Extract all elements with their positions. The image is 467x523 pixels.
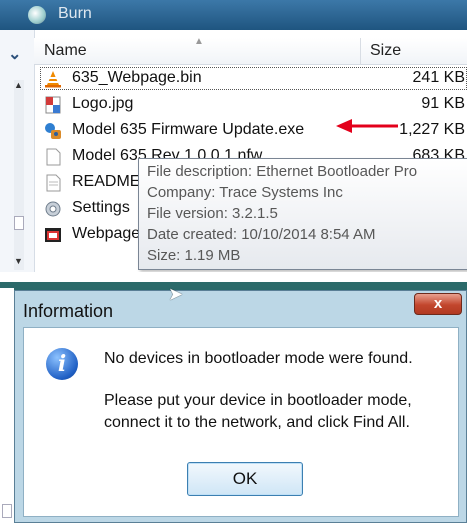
ok-button[interactable]: OK bbox=[187, 462, 303, 496]
tooltip-company: Company: Trace Systems Inc bbox=[147, 184, 343, 201]
column-header-name[interactable]: Name bbox=[44, 42, 87, 60]
disc-burn-icon bbox=[28, 6, 46, 24]
explorer-title-bar: Burn bbox=[0, 0, 467, 30]
file-row[interactable]: 635_Webpage.bin 241 KB bbox=[40, 67, 467, 90]
text-file-icon bbox=[46, 174, 61, 192]
tooltip-created: Date created: 10/10/2014 8:54 AM bbox=[147, 226, 376, 243]
red-arrow-annotation bbox=[336, 119, 398, 133]
installer-exe-icon bbox=[45, 123, 61, 139]
chevron-down-icon[interactable]: ⌄ bbox=[8, 44, 21, 64]
folder-title: Burn bbox=[58, 5, 92, 22]
file-name: Webpage bbox=[72, 225, 141, 242]
column-header-size[interactable]: Size bbox=[370, 42, 401, 60]
column-header-row: Name ▲ Size bbox=[34, 36, 467, 65]
file-name: README bbox=[72, 173, 141, 190]
file-size: 241 KB bbox=[412, 69, 465, 86]
file-name: Settings bbox=[72, 199, 130, 216]
scroll-down-icon[interactable]: ▼ bbox=[14, 256, 23, 266]
info-icon: i bbox=[46, 348, 78, 380]
tooltip-description: File description: Ethernet Bootloader Pr… bbox=[147, 163, 418, 180]
file-info-tooltip: File description: Ethernet Bootloader Pr… bbox=[138, 158, 467, 270]
dialog-message-line: connect it to the network, and click Fin… bbox=[104, 414, 410, 431]
blank-file-icon bbox=[46, 148, 61, 166]
tooltip-version: File version: 3.2.1.5 bbox=[147, 205, 278, 222]
scroll-up-icon[interactable]: ▲ bbox=[14, 80, 23, 90]
left-edge-panel bbox=[0, 288, 14, 523]
file-row[interactable]: Model 635 Firmware Update.exe 1,227 KB bbox=[40, 119, 467, 142]
sort-arrow-icon: ▲ bbox=[194, 36, 204, 47]
information-dialog: Information x i No devices in bootloader… bbox=[14, 290, 467, 523]
close-button[interactable]: x bbox=[414, 293, 462, 315]
file-explorer-window: Burn ⌄ Name ▲ Size 635_Webpage.bin 241 K… bbox=[0, 0, 467, 272]
dialog-title: Information bbox=[23, 301, 114, 321]
image-file-icon bbox=[45, 96, 61, 114]
scrollbar-thumb[interactable] bbox=[2, 504, 12, 518]
file-size: 1,227 KB bbox=[399, 121, 465, 138]
column-divider[interactable] bbox=[360, 38, 361, 64]
vlc-cone-icon bbox=[45, 71, 61, 88]
scrollbar-thumb[interactable] bbox=[14, 216, 24, 230]
dialog-body: i No devices in bootloader mode were fou… bbox=[23, 327, 459, 517]
file-name: 635_Webpage.bin bbox=[72, 69, 202, 86]
dialog-message-line: No devices in bootloader mode were found… bbox=[104, 350, 413, 367]
vertical-scrollbar[interactable]: ▲ ▼ bbox=[14, 80, 24, 270]
file-size: 91 KB bbox=[421, 95, 465, 112]
tooltip-size: Size: 1.19 MB bbox=[147, 247, 241, 264]
webpage-file-icon bbox=[45, 228, 61, 242]
settings-file-icon bbox=[45, 201, 61, 217]
dialog-message-line: Please put your device in bootloader mod… bbox=[104, 392, 412, 409]
file-name: Logo.jpg bbox=[72, 95, 134, 112]
file-name: Model 635 Firmware Update.exe bbox=[72, 121, 305, 138]
mouse-cursor-icon: ➤ bbox=[168, 284, 184, 304]
file-row[interactable]: Logo.jpg 91 KB bbox=[40, 93, 467, 116]
close-icon: x bbox=[433, 295, 443, 312]
